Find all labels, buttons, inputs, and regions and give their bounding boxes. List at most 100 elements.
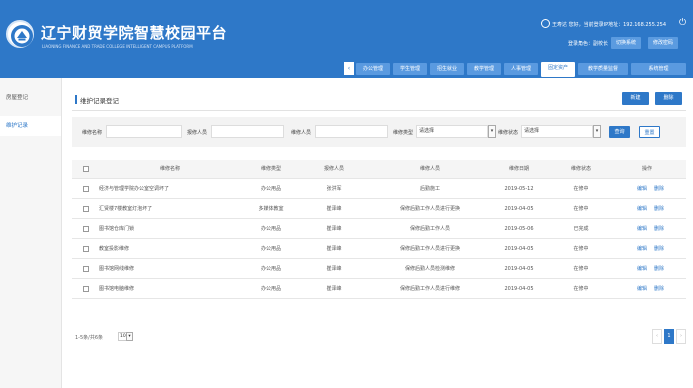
delete-link[interactable]: 删除 <box>654 220 664 239</box>
chevron-down-icon[interactable]: ▾ <box>126 332 133 341</box>
row-repairer: 保修后勤工作人员进行更换 <box>399 206 460 212</box>
user-role: 登录角色：副校长 <box>568 41 609 47</box>
sidebar-item-maintenance[interactable]: 维护记录 <box>0 116 61 136</box>
divider <box>72 110 686 111</box>
row-reporter: 崔泽峰 <box>326 226 342 232</box>
row-name: 图书馆网线维修 <box>99 266 135 272</box>
edit-link[interactable]: 编辑 <box>637 240 647 259</box>
tab-system[interactable]: 系统管理 <box>631 63 686 75</box>
platform-title: 辽宁财贸学院智慧校园平台 <box>41 24 228 42</box>
row-repairer: 后勤施工 <box>419 186 440 192</box>
breadcrumb-marker <box>75 95 77 104</box>
row-reporter: 崔泽峰 <box>326 246 342 252</box>
row-status: 在修中 <box>573 206 589 212</box>
user-icon <box>541 19 550 28</box>
row-date: 2019-04-05 <box>504 246 534 252</box>
row-checkbox[interactable] <box>83 206 89 212</box>
row-name: 经济与管理学院办公室空调坏了 <box>99 186 170 192</box>
row-type: 多媒体教室 <box>258 206 284 212</box>
delete-link[interactable]: 删除 <box>654 180 664 199</box>
switch-system-button[interactable]: 切换系统 <box>611 37 641 49</box>
row-reporter: 崔泽峰 <box>326 206 342 212</box>
add-button[interactable]: 新建 <box>622 92 649 105</box>
sidebar-item-housing[interactable]: 房屋登记 <box>0 88 61 108</box>
delete-link[interactable]: 删除 <box>654 240 664 259</box>
tab-hr[interactable]: 人事管理 <box>504 63 538 75</box>
col-repairer: 维修人员 <box>419 166 440 172</box>
chevron-down-icon[interactable]: ▾ <box>593 125 601 138</box>
row-type: 办公用品 <box>260 286 281 292</box>
college-logo <box>6 20 34 48</box>
row-date: 2019-05-12 <box>504 186 534 192</box>
row-reporter: 崔泽峰 <box>326 266 342 272</box>
name-label: 维修名称 <box>82 130 103 136</box>
type-select[interactable]: 请选择 <box>416 125 488 138</box>
row-repairer: 保修后勤人员检测维修 <box>404 266 455 272</box>
repairer-input[interactable] <box>315 125 388 138</box>
tab-quality[interactable]: 教学质量监督 <box>578 63 628 75</box>
row-name: 汇贤楼7楼教室灯泡坏了 <box>99 206 153 212</box>
edit-link[interactable]: 编辑 <box>637 200 647 219</box>
tab-fixed-assets[interactable]: 固定资产 <box>541 62 575 77</box>
page-button-current[interactable]: 1 <box>664 329 674 344</box>
row-reporter: 崔泽峰 <box>326 286 342 292</box>
tab-teaching[interactable]: 教学管理 <box>467 63 501 75</box>
row-checkbox[interactable] <box>83 286 89 292</box>
row-name: 图书馆电脑维修 <box>99 286 135 292</box>
row-checkbox[interactable] <box>83 226 89 232</box>
row-status: 在修中 <box>573 286 589 292</box>
power-icon[interactable]: ⏻ <box>679 18 686 28</box>
row-reporter: 张洪军 <box>326 186 342 192</box>
platform-subtitle: LIAONING FINANCE AND TRADE COLLEGE INTEL… <box>42 44 193 49</box>
repairer-label: 维修人员 <box>291 130 312 136</box>
prev-page-button[interactable]: ‹ <box>652 329 662 344</box>
row-date: 2019-04-05 <box>504 286 534 292</box>
edit-link[interactable]: 编辑 <box>637 260 647 279</box>
delete-link[interactable]: 删除 <box>654 260 664 279</box>
row-name: 图书馆仓库门锁 <box>99 226 135 232</box>
status-select[interactable]: 请选择 <box>521 125 593 138</box>
tab-students[interactable]: 学生管理 <box>393 63 427 75</box>
row-date: 2019-04-05 <box>504 206 534 212</box>
tab-admissions[interactable]: 招生就业 <box>430 63 464 75</box>
tabs-scroll-left-icon[interactable]: ‹ <box>344 62 354 75</box>
col-actions: 操作 <box>641 166 652 172</box>
row-checkbox[interactable] <box>83 266 89 272</box>
row-date: 2019-04-05 <box>504 266 534 272</box>
query-button[interactable]: 查询 <box>609 126 630 138</box>
reset-button[interactable]: 重置 <box>639 126 660 138</box>
next-page-button[interactable]: › <box>676 329 686 344</box>
row-date: 2019-05-06 <box>504 226 534 232</box>
col-type: 维修类型 <box>260 166 281 172</box>
row-checkbox[interactable] <box>83 186 89 192</box>
row-status: 在修中 <box>573 266 589 272</box>
col-status: 维修状态 <box>570 166 591 172</box>
pager-info: 1-5条/共6条 <box>75 335 104 341</box>
row-repairer: 保修后勤工作人员进行维修 <box>399 286 460 292</box>
col-date: 维修日期 <box>508 166 529 172</box>
reporter-input[interactable] <box>211 125 284 138</box>
delete-link[interactable]: 删除 <box>654 200 664 219</box>
row-type: 办公用品 <box>260 226 281 232</box>
edit-link[interactable]: 编辑 <box>637 280 647 299</box>
edit-link[interactable]: 编辑 <box>637 220 647 239</box>
row-repairer: 保修后勤工作人员 <box>409 226 450 232</box>
select-all-checkbox[interactable] <box>83 166 89 172</box>
name-input[interactable] <box>106 125 182 138</box>
col-reporter: 报修人员 <box>323 166 344 172</box>
row-status: 已完成 <box>573 226 589 232</box>
row-status: 在修中 <box>573 246 589 252</box>
tab-office[interactable]: 办公管理 <box>356 63 390 75</box>
row-type: 办公用品 <box>260 186 281 192</box>
row-checkbox[interactable] <box>83 246 89 252</box>
change-password-button[interactable]: 修改密码 <box>648 37 678 49</box>
delete-button[interactable]: 删除 <box>655 92 682 105</box>
col-name: 维修名称 <box>159 166 180 172</box>
row-status: 在修中 <box>573 186 589 192</box>
type-label: 维修类型 <box>393 130 414 136</box>
edit-link[interactable]: 编辑 <box>637 180 647 199</box>
delete-link[interactable]: 删除 <box>654 280 664 299</box>
row-type: 办公用品 <box>260 266 281 272</box>
chevron-down-icon[interactable]: ▾ <box>488 125 496 138</box>
row-repairer: 保修后勤工作人员进行更换 <box>399 246 460 252</box>
